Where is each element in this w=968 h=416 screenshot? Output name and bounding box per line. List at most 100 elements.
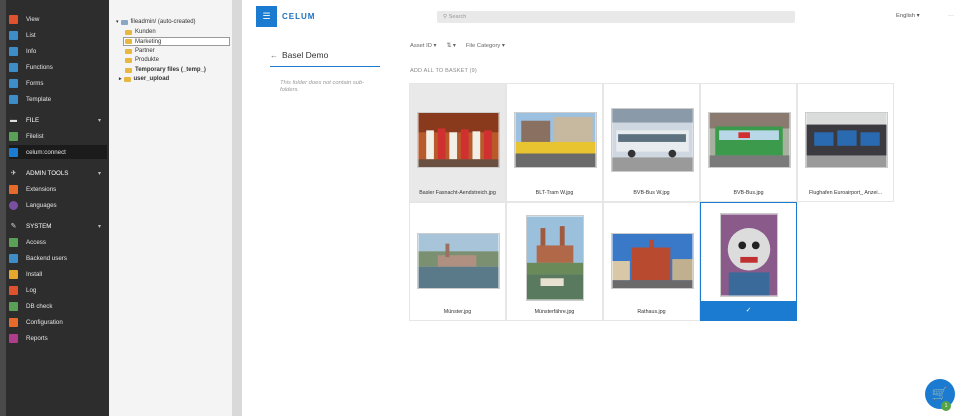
chevron-down-icon: ▾ xyxy=(97,170,101,177)
chevron-down-icon: ▾ xyxy=(97,117,101,124)
section-file[interactable]: ▬ FILE ▾ xyxy=(9,113,107,127)
chevron-down-icon: ▾ xyxy=(97,223,101,230)
module-menu: View List Info Functions Forms Template … xyxy=(0,0,109,416)
asset-caption: BVB-Bus W.jpg xyxy=(633,190,670,196)
configuration-icon xyxy=(9,317,18,327)
back-arrow-icon[interactable]: ← xyxy=(270,51,278,60)
folder-title: Basel Demo xyxy=(282,50,329,60)
asset-id-filter[interactable]: Asset ID ▾ xyxy=(410,43,436,49)
menu-item-reports[interactable]: Reports xyxy=(9,331,107,345)
asset-tile[interactable]: Münster.jpg xyxy=(409,202,506,321)
menu-item-list[interactable]: List xyxy=(9,28,107,42)
menu-item-configuration[interactable]: Configuration xyxy=(9,315,107,329)
folder-icon xyxy=(125,39,132,44)
reports-icon xyxy=(9,333,18,343)
tree-root[interactable]: ▾ fileadmin/ (auto-created) xyxy=(116,18,196,26)
tree-folder-kunden[interactable]: Kunden xyxy=(125,28,156,36)
sort-toggle[interactable]: ⇅ ▾ xyxy=(446,43,455,49)
menu-item-languages[interactable]: Languages xyxy=(9,198,107,212)
tree-folder-produkte[interactable]: Produkte xyxy=(125,56,159,64)
hamburger-menu-button[interactable]: ☰ xyxy=(256,6,277,27)
asset-thumbnail xyxy=(417,112,500,168)
selected-check-bar[interactable]: ✓ xyxy=(701,301,796,320)
list-icon xyxy=(9,30,18,40)
folder-icon xyxy=(125,57,132,63)
asset-tile[interactable]: Münsterfähre.jpg xyxy=(506,202,603,321)
file-category-filter[interactable]: File Category ▾ xyxy=(466,43,505,49)
search-input[interactable]: ⚲ Search xyxy=(437,11,795,23)
check-icon: ✓ xyxy=(745,307,752,314)
asset-caption: BVB-Bus.jpg xyxy=(733,190,764,196)
asset-tile-selected[interactable]: ✓ xyxy=(700,202,797,321)
menu-item-celum-connect[interactable]: celum:connect xyxy=(9,145,107,159)
asset-thumbnail xyxy=(514,112,597,168)
tree-folder-temp[interactable]: Temporary files (_temp_) xyxy=(125,66,206,74)
asset-thumbnail xyxy=(417,233,500,289)
folder-tree: ▾ fileadmin/ (auto-created) Kunden Marke… xyxy=(109,0,232,416)
empty-subfolders-text: This folder does not contain sub-folders… xyxy=(280,80,365,93)
asset-tile[interactable]: Rathaus.jpg xyxy=(603,202,700,321)
asset-caption: Rathaus.jpg xyxy=(637,309,666,315)
menu-item-db-check[interactable]: DB check xyxy=(9,299,107,313)
folder-icon xyxy=(125,48,132,54)
tree-scrollbar[interactable] xyxy=(232,0,242,416)
asset-caption: BLT-Tram W.jpg xyxy=(535,190,574,196)
template-icon xyxy=(9,94,18,104)
asset-tile[interactable]: Flughafen Euroairport_ Anzei... xyxy=(797,83,894,202)
asset-thumbnail xyxy=(708,112,791,168)
search-icon: ⚲ xyxy=(443,14,448,20)
asset-tile[interactable]: BLT-Tram W.jpg xyxy=(506,83,603,202)
folder-icon xyxy=(125,67,132,73)
celum-logo: CELUM xyxy=(282,12,316,21)
menu-item-template[interactable]: Template xyxy=(9,92,107,106)
menu-item-functions[interactable]: Functions xyxy=(9,60,107,74)
tree-folder-user-upload[interactable]: ▸ user_upload xyxy=(119,75,169,83)
chevron-down-icon: ▾ xyxy=(116,19,119,25)
asset-tile[interactable]: BVB-Bus W.jpg xyxy=(603,83,700,202)
menu-item-backend-users[interactable]: Backend users xyxy=(9,251,107,265)
asset-caption: Flughafen Euroairport_ Anzei... xyxy=(808,190,883,196)
file-section-icon: ▬ xyxy=(10,116,17,124)
chevron-down-icon: ▾ xyxy=(916,13,920,19)
asset-tile[interactable]: Basler Fasnacht-Aendstreich.jpg xyxy=(409,83,506,202)
menu-item-info[interactable]: Info xyxy=(9,44,107,58)
cart-icon: 🛒 xyxy=(931,386,949,401)
asset-thumbnail xyxy=(805,112,888,168)
section-admin-tools[interactable]: ✈ ADMIN TOOLS ▾ xyxy=(9,166,107,180)
section-system[interactable]: ✎ SYSTEM ▾ xyxy=(9,219,107,233)
asset-thumbnail xyxy=(611,108,694,172)
menu-item-filelist[interactable]: Filelist xyxy=(9,129,107,143)
celum-icon xyxy=(9,147,18,157)
view-icon xyxy=(9,14,18,24)
info-icon xyxy=(9,46,18,56)
menu-item-install[interactable]: Install xyxy=(9,267,107,281)
rocket-icon: ✈ xyxy=(10,169,17,177)
asset-thumbnail xyxy=(526,215,584,301)
menu-item-access[interactable]: Access xyxy=(9,235,107,249)
language-select[interactable]: English ▾ xyxy=(896,13,920,19)
module-menu-strip xyxy=(0,0,6,416)
asset-tile[interactable]: BVB-Bus.jpg xyxy=(700,83,797,202)
tree-folder-marketing[interactable]: Marketing xyxy=(123,37,230,46)
top-bar: ☰ CELUM ⚲ Search English ▾ ··· xyxy=(256,6,968,28)
asset-thumbnail xyxy=(611,233,694,289)
functions-icon xyxy=(9,62,18,72)
log-icon xyxy=(9,285,18,295)
menu-item-forms[interactable]: Forms xyxy=(9,76,107,90)
chevron-right-icon: ▸ xyxy=(119,76,122,82)
menu-item-extensions[interactable]: Extensions xyxy=(9,182,107,196)
asset-thumbnail xyxy=(720,213,778,297)
folder-icon xyxy=(125,29,132,35)
backend-users-icon xyxy=(9,253,18,263)
folder-icon xyxy=(123,76,131,82)
menu-item-view[interactable]: View xyxy=(9,12,107,26)
asset-caption: Basler Fasnacht-Aendstreich.jpg xyxy=(419,190,496,196)
extensions-icon xyxy=(9,184,18,194)
add-all-to-basket-link[interactable]: ADD ALL TO BASKET (9) xyxy=(410,68,477,74)
access-icon xyxy=(9,237,18,247)
title-underline xyxy=(270,66,380,67)
more-options-button[interactable]: ··· xyxy=(948,13,954,19)
menu-item-log[interactable]: Log xyxy=(9,283,107,297)
tree-folder-partner[interactable]: Partner xyxy=(125,47,155,55)
install-icon xyxy=(9,269,18,279)
